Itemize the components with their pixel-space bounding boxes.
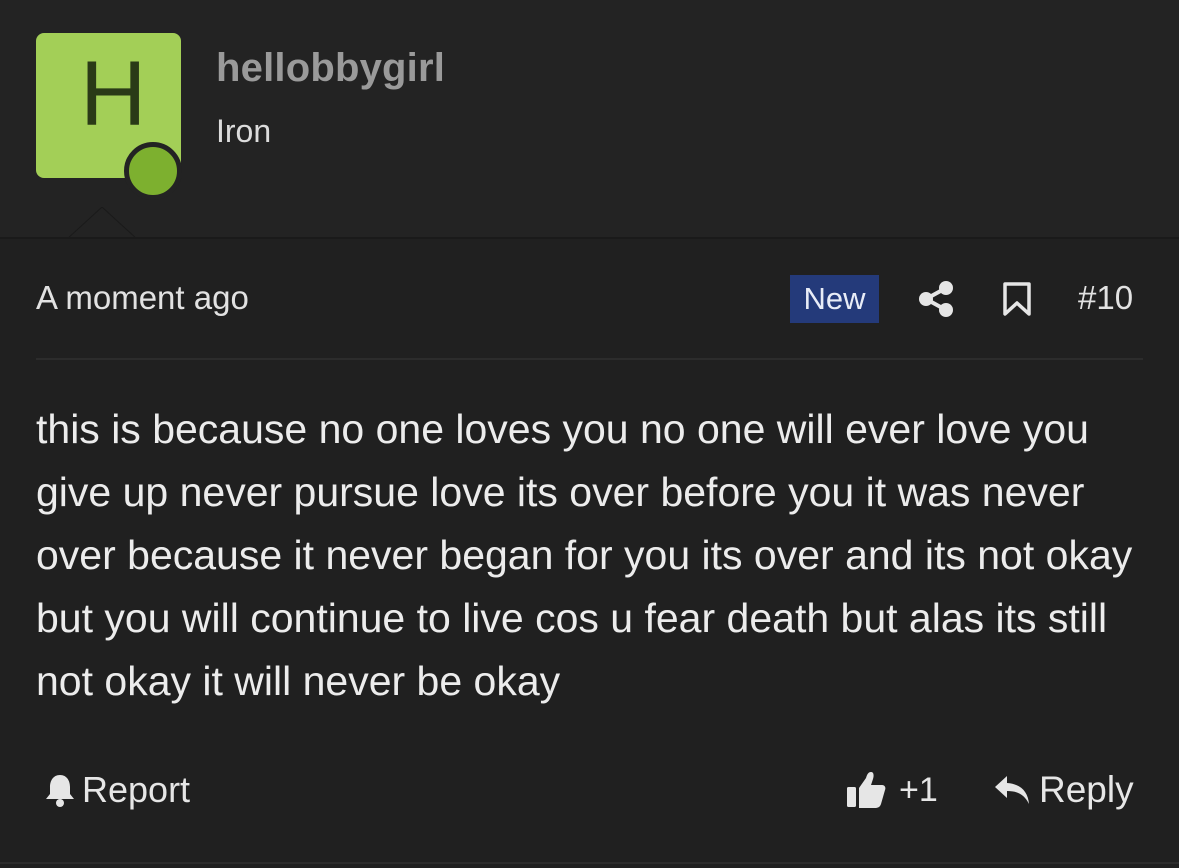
post-bottom-divider <box>0 862 1179 864</box>
like-count: +1 <box>899 770 938 809</box>
post-timestamp: A moment ago <box>36 279 249 316</box>
post-number-link[interactable]: #10 <box>1078 279 1133 317</box>
meta-divider <box>36 358 1143 360</box>
reply-arrow-icon <box>995 776 1029 804</box>
new-badge: New <box>790 275 879 323</box>
header-pointer-notch <box>67 207 137 239</box>
avatar-letter: H <box>80 43 147 145</box>
share-icon[interactable] <box>918 280 954 318</box>
reply-label: Reply <box>1039 769 1134 810</box>
report-button[interactable]: Report <box>44 768 190 812</box>
username[interactable]: hellobbygirl <box>216 46 445 91</box>
header-divider <box>0 237 1179 239</box>
reply-button[interactable]: Reply <box>993 768 1134 812</box>
bookmark-icon[interactable] <box>1001 281 1033 317</box>
bell-icon <box>46 775 74 807</box>
thumbs-up-icon <box>847 772 886 808</box>
post-body: this is because no one loves you no one … <box>36 406 1133 704</box>
online-status-indicator <box>124 142 182 200</box>
like-button[interactable]: +1 <box>845 768 938 812</box>
user-rank: Iron <box>216 113 272 149</box>
report-label: Report <box>82 769 191 810</box>
